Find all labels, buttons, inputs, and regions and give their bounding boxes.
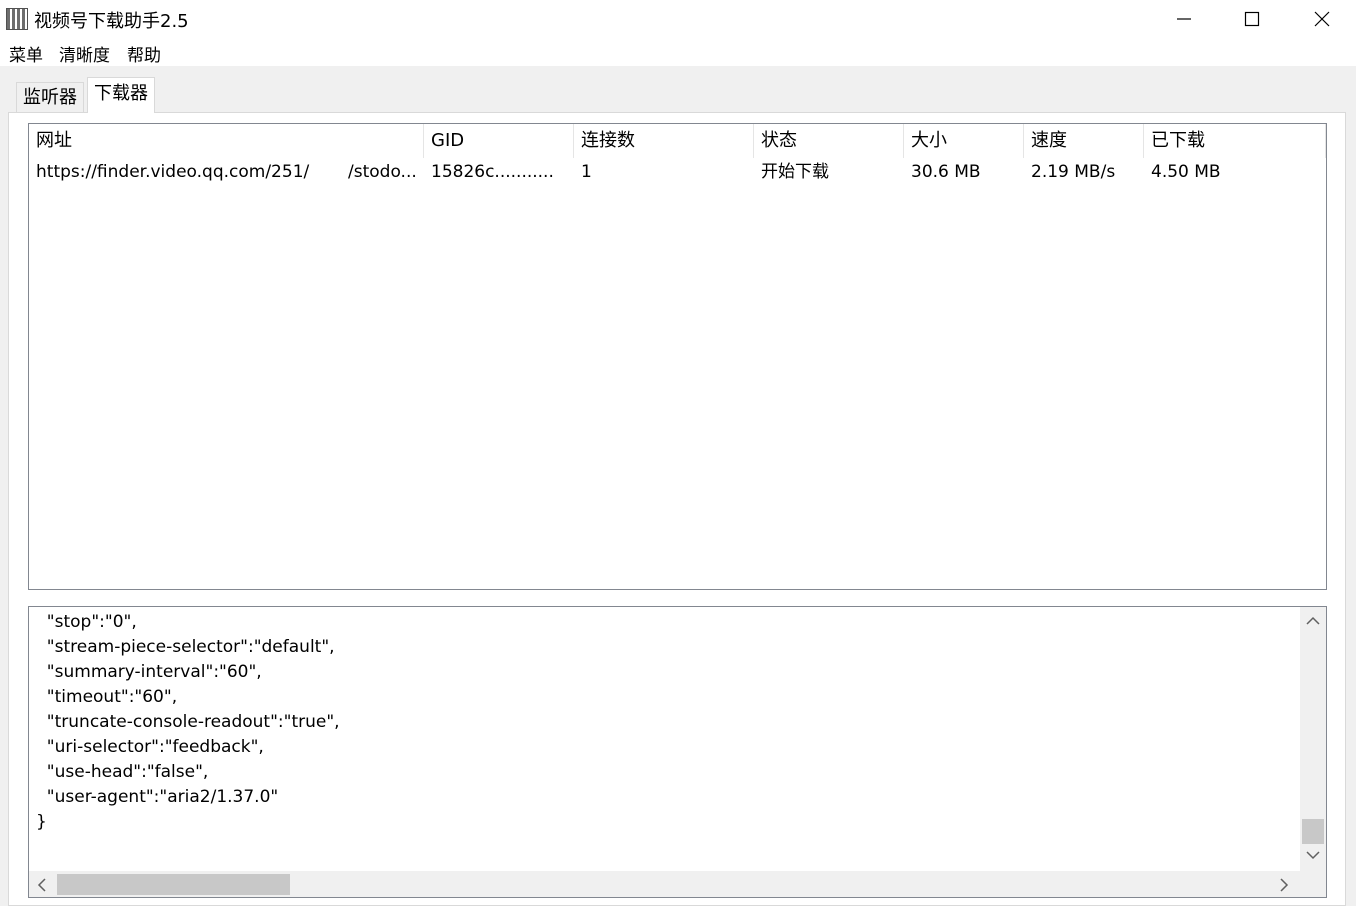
log-line: "stop":"0", <box>36 612 137 632</box>
menu-bar: 菜单 清晰度 帮助 <box>0 38 1356 66</box>
tab-listener[interactable]: 监听器 <box>16 82 84 112</box>
column-header-downloaded[interactable]: 已下载 <box>1144 124 1326 158</box>
log-line: "user-agent":"aria2/1.37.0" <box>36 787 279 807</box>
vertical-scroll-thumb[interactable] <box>1302 819 1324 844</box>
window-title: 视频号下载助手2.5 <box>34 11 189 32</box>
column-header-size[interactable]: 大小 <box>904 124 1024 158</box>
downloader-panel: 网址 GID 连接数 状态 大小 速度 已下载 https://finder.v… <box>8 112 1346 906</box>
log-line: "stream-piece-selector":"default", <box>36 637 335 657</box>
log-textarea[interactable]: "stop":"0", "stream-piece-selector":"def… <box>28 606 1327 898</box>
menu-item-help[interactable]: 帮助 <box>127 41 161 66</box>
column-header-url[interactable]: 网址 <box>29 124 424 158</box>
close-button[interactable] <box>1288 0 1356 38</box>
log-line: "uri-selector":"feedback", <box>36 737 264 757</box>
chevron-left-icon[interactable] <box>37 878 47 892</box>
title-bar: 视频号下载助手2.5 <box>0 0 1356 38</box>
minimize-icon <box>1177 18 1191 20</box>
client-area: 监听器 下载器 网址 GID 连接数 状态 大小 速度 已下载 https://… <box>0 66 1356 906</box>
cell-downloaded: 4.50 MB <box>1151 162 1221 182</box>
list-header: 网址 GID 连接数 状态 大小 速度 已下载 <box>29 124 1326 158</box>
qr-app-icon <box>6 8 28 30</box>
column-header-gid[interactable]: GID <box>424 124 574 158</box>
maximize-icon <box>1244 11 1260 27</box>
column-header-speed[interactable]: 速度 <box>1024 124 1144 158</box>
maximize-button[interactable] <box>1218 0 1286 38</box>
horizontal-scrollbar[interactable] <box>29 871 1326 897</box>
cell-size: 30.6 MB <box>911 162 981 182</box>
horizontal-scroll-thumb[interactable] <box>57 874 290 895</box>
cell-gid: 15826c........... <box>431 162 554 182</box>
log-line: "use-head":"false", <box>36 762 209 782</box>
menu-item-resolution[interactable]: 清晰度 <box>59 41 110 66</box>
log-line: "summary-interval":"60", <box>36 662 262 682</box>
log-line: "truncate-console-readout":"true", <box>36 712 340 732</box>
column-header-connections[interactable]: 连接数 <box>574 124 754 158</box>
cell-status: 开始下载 <box>761 162 829 182</box>
chevron-right-icon[interactable] <box>1279 878 1289 892</box>
log-line: } <box>36 812 47 832</box>
cell-speed: 2.19 MB/s <box>1031 162 1116 182</box>
download-list[interactable]: 网址 GID 连接数 状态 大小 速度 已下载 https://finder.v… <box>28 123 1327 590</box>
column-header-status[interactable]: 状态 <box>754 124 904 158</box>
vertical-scrollbar[interactable] <box>1300 607 1326 871</box>
cell-url: https://finder.video.qq.com/251/ <box>36 162 310 182</box>
close-icon <box>1314 11 1330 27</box>
minimize-button[interactable] <box>1150 0 1218 38</box>
chevron-up-icon[interactable] <box>1306 615 1320 625</box>
tab-downloader[interactable]: 下载器 <box>87 77 155 113</box>
cell-connections: 1 <box>581 162 592 182</box>
log-line: "timeout":"60", <box>36 687 178 707</box>
chevron-down-icon[interactable] <box>1306 851 1320 861</box>
cell-url-tail: /stodo... <box>348 162 417 182</box>
menu-item-menu[interactable]: 菜单 <box>9 41 43 66</box>
